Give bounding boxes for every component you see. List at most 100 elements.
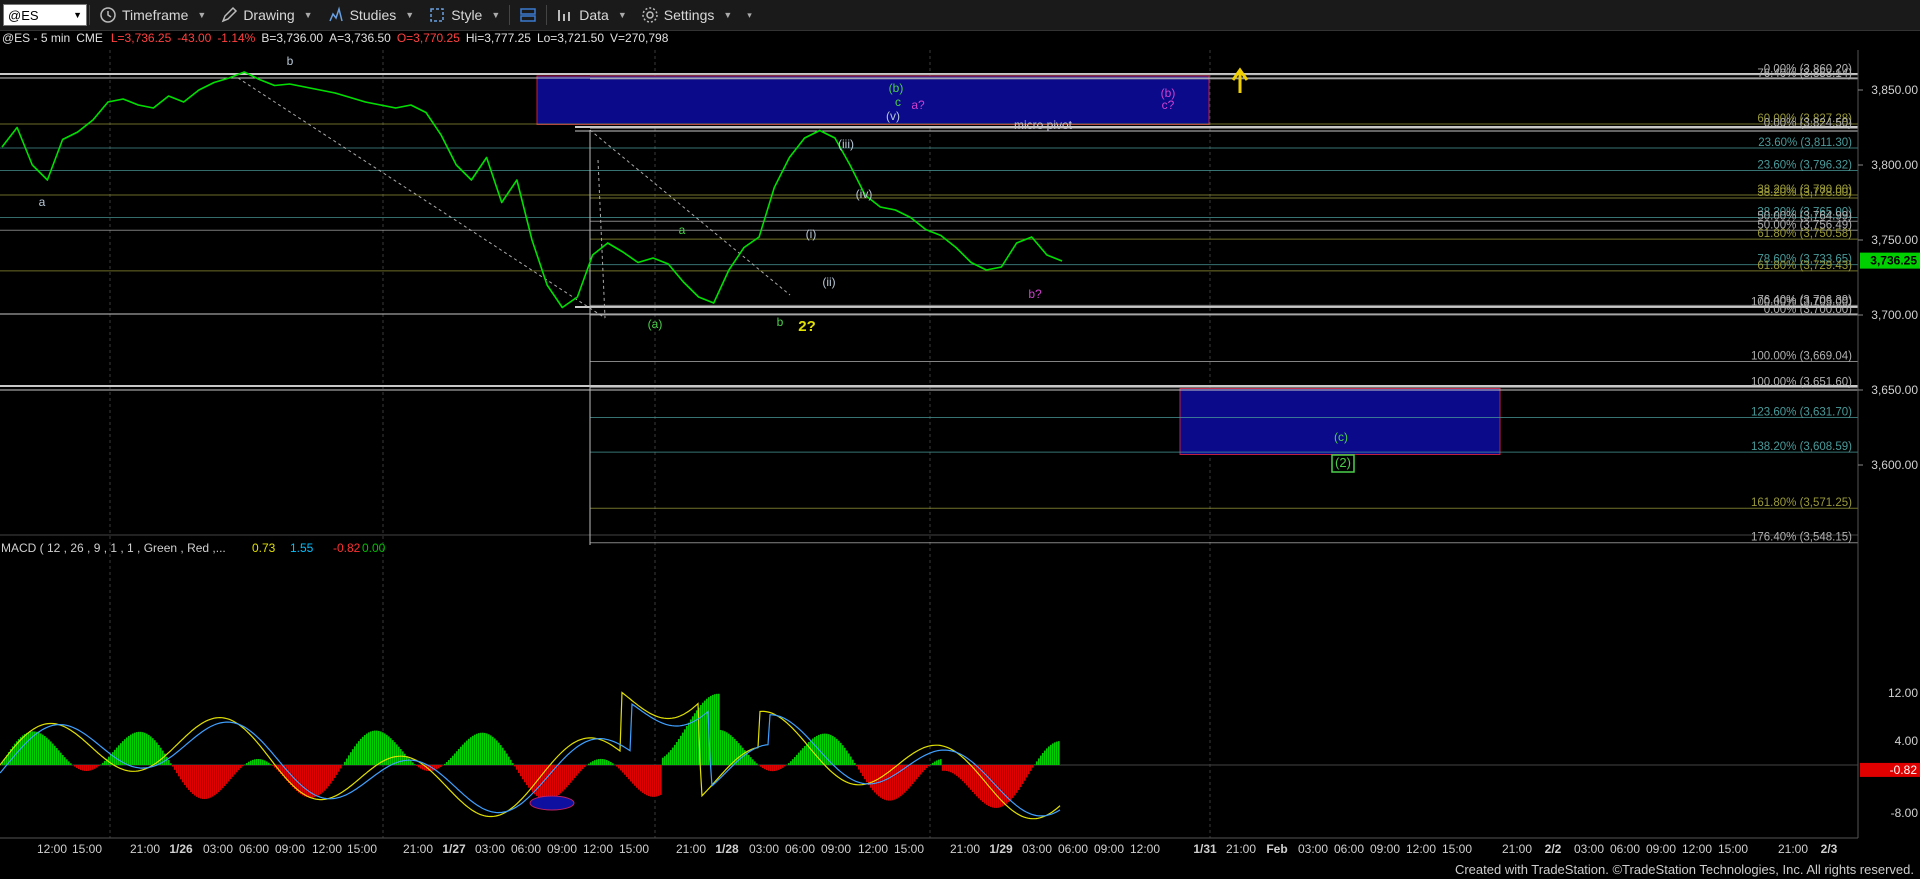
macd-bar: [318, 765, 320, 796]
wave-label: a: [679, 223, 686, 237]
macd-bar: [510, 759, 512, 765]
macd-bar: [416, 765, 418, 766]
macd-bar: [916, 765, 918, 780]
overflow-caret-icon[interactable]: ▾: [747, 10, 752, 21]
macd-bar: [550, 765, 552, 800]
studies-button[interactable]: Studies ▼: [320, 0, 422, 30]
macd-bar: [456, 751, 458, 765]
macd-value: 0.73: [252, 541, 276, 555]
macd-bar: [214, 765, 216, 796]
macd-bar: [1050, 744, 1052, 765]
time-tick-label: 1/27: [442, 842, 466, 856]
macd-bar: [610, 761, 612, 765]
time-tick-label: 15:00: [894, 842, 924, 856]
data-button[interactable]: Data ▼: [549, 0, 634, 30]
bar-chart-icon: [558, 10, 571, 21]
macd-bar: [200, 765, 202, 799]
macd-bar: [636, 765, 638, 788]
macd-bar: [1046, 748, 1048, 765]
macd-bar: [58, 750, 60, 765]
macd-bar: [484, 732, 486, 765]
macd-bar: [864, 765, 866, 780]
micro-pivot-box: [536, 75, 1210, 125]
macd-bar: [796, 754, 798, 765]
micro-pivot-label: micro pivot: [1014, 118, 1073, 132]
macd-bar: [836, 738, 838, 765]
macd-bar: [638, 765, 640, 790]
macd-bar: [968, 765, 970, 788]
macd-bar: [862, 765, 864, 777]
header-open: O=3,770.25: [397, 31, 460, 45]
price-tick-label: 3,800.00: [1871, 158, 1918, 172]
pivot-boxes: micro pivot: [536, 75, 1501, 455]
macd-bar: [254, 759, 256, 765]
macd-bar: [220, 765, 222, 791]
macd-bar: [1016, 765, 1018, 793]
wave-label: b: [777, 315, 784, 329]
time-tick-label: 06:00: [785, 842, 815, 856]
macd-bar: [238, 765, 240, 771]
chevron-down-icon: ▼: [303, 10, 313, 20]
macd-bar: [644, 765, 646, 795]
time-tick-label: 2/2: [1545, 842, 1562, 856]
macd-current-label: -0.82: [1890, 763, 1918, 777]
macd-bar: [654, 765, 656, 797]
trendline: [589, 129, 791, 296]
macd-bar: [336, 765, 338, 775]
macd-bar: [340, 765, 342, 769]
macd-bar: [498, 742, 500, 765]
macd-bar: [496, 740, 498, 765]
macd-bar: [170, 763, 172, 765]
macd-bar: [936, 760, 938, 765]
macd-bar: [728, 733, 730, 765]
time-tick-label: 12:00: [37, 842, 67, 856]
macd-bar: [942, 765, 944, 771]
macd-bar: [714, 694, 716, 765]
macd-bar: [30, 731, 32, 765]
macd-bar: [218, 765, 220, 793]
macd-bar: [590, 762, 592, 765]
wave-label: (a): [648, 317, 663, 331]
settings-button[interactable]: Settings ▼ ▾: [634, 0, 759, 30]
macd-bar: [522, 765, 524, 780]
macd-bar: [492, 736, 494, 765]
drawing-button[interactable]: Drawing ▼: [213, 0, 319, 30]
macd-bar: [1008, 765, 1010, 803]
macd-bar: [126, 737, 128, 765]
style-button[interactable]: Style ▼: [421, 0, 507, 30]
macd-bar: [676, 741, 678, 765]
chart-area[interactable]: @ES - 5 min CME L=3,736.25 -43.00 -1.14% B=3,…: [0, 30, 1920, 879]
time-tick-label: 21:00: [130, 842, 160, 856]
macd-bar: [186, 765, 188, 788]
time-tick-label: 06:00: [511, 842, 541, 856]
timeframe-button[interactable]: Timeframe ▼: [92, 0, 213, 30]
macd-bar: [962, 765, 964, 782]
macd-bar: [420, 765, 422, 769]
chevron-down-icon: ▼: [491, 10, 501, 20]
macd-bar: [952, 765, 954, 774]
macd-bar: [84, 765, 86, 771]
time-axis[interactable]: 12:00 15:00 21:00 1/26 03:00 06:00 09:00 12:00 1…: [0, 837, 1920, 858]
macd-bar: [956, 765, 958, 776]
symbol-input[interactable]: @ES ▼: [3, 4, 87, 26]
macd-bar: [668, 752, 670, 765]
price-axis[interactable]: 3,850.00 3,800.00 3,750.00 3,700.00 3,650.00…: [1857, 50, 1920, 840]
layout-button[interactable]: [512, 0, 544, 30]
chevron-down-icon[interactable]: ▼: [73, 10, 82, 20]
time-tick-label: 15:00: [619, 842, 649, 856]
macd-bar: [28, 732, 30, 765]
time-tick-label: 21:00: [1502, 842, 1532, 856]
macd-bar: [548, 765, 550, 800]
macd-tick-label: 4.00: [1895, 734, 1919, 748]
macd-bar: [814, 737, 816, 765]
macd-bar: [844, 747, 846, 765]
macd-bar: [960, 765, 962, 780]
macd-bar: [972, 765, 974, 792]
wave-label: (2): [1335, 455, 1351, 470]
macd-bar: [1018, 765, 1020, 791]
fib-label: 100.00% (3,669.04): [1751, 351, 1852, 363]
macd-bar: [346, 758, 348, 765]
macd-bar: [540, 765, 542, 799]
macd-bar: [490, 735, 492, 765]
macd-bar: [810, 740, 812, 765]
